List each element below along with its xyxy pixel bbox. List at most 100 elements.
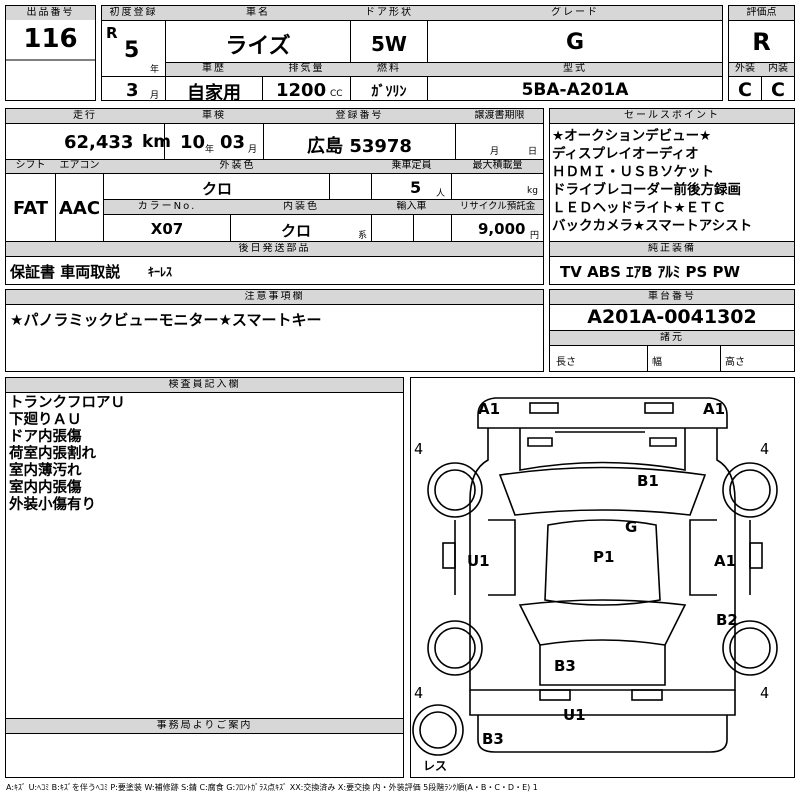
recycle-deposit: 9,000 (478, 220, 526, 238)
inspector-line: 室内内張傷 (9, 480, 82, 496)
length-label: 長さ (556, 357, 576, 368)
displacement: 1200 (276, 80, 327, 101)
damage-mark: 4 (760, 440, 770, 458)
exterior-grade: C (738, 79, 752, 101)
height-label: 高さ (725, 357, 745, 368)
mileage-header: 走行 (6, 110, 164, 122)
damage-mark: 4 (414, 440, 424, 458)
inspection-header: 車検 (165, 110, 263, 122)
registration-year: 5 (124, 38, 140, 63)
later-parts: 保証書 車両取説 (10, 263, 121, 281)
sales-point: ドライブレコーダー前後方録画 (552, 182, 741, 198)
damage-mark: B3 (554, 657, 576, 675)
damage-mark: A1 (478, 400, 501, 418)
damage-mark: A1 (714, 552, 737, 570)
office-header: 事務局よりご案内 (6, 720, 403, 732)
history-header: 車歴 (166, 63, 262, 75)
aircon-header: エアコン (56, 160, 103, 172)
plate-header: 登録番号 (264, 110, 455, 122)
chassis-number: A201A-0041302 (587, 306, 757, 328)
score: R (752, 28, 771, 56)
interior-color: クロ (280, 222, 311, 240)
shift: FAT (12, 198, 49, 219)
sales-point: ＬＥＤヘッドライト★ＥＴＣ (552, 200, 727, 216)
registration-month: 3 (126, 80, 139, 101)
interior-color-header: 内装色 (231, 201, 371, 213)
inspector-notes: トランクフロアＵ 下廻りＡＵ ドア内張傷 荷室内張割れ 室内薄汚れ 室内内張傷 … (9, 395, 125, 514)
first-registration-header: 初度登録 (102, 7, 165, 19)
score-header: 評価点 (729, 7, 794, 19)
inspector-line: 室内薄汚れ (9, 463, 82, 479)
interior-grade: C (771, 79, 785, 101)
transfer-deadline-header: 譲渡書期限 (456, 110, 543, 122)
inspector-line: トランクフロアＵ (9, 395, 125, 411)
damage-mark: P1 (593, 548, 615, 566)
equipment: TV ABS ｴｱB ｱﾙﾐ PS PW (560, 263, 741, 281)
month-unit: 月 (150, 91, 160, 101)
legend-footer: A:ｷｽﾞ U:ﾍｺﾐ B:ｷｽﾞを伴うﾍｺﾐ P:要塗装 W:補修跡 S:錆 … (6, 783, 538, 792)
inspector-header: 検査員記入欄 (6, 379, 403, 391)
car-history: 自家用 (187, 83, 241, 104)
equipment-header: 純正装備 (550, 243, 794, 255)
import-header: 輸入車 (372, 201, 451, 213)
kg-unit: kg (527, 186, 538, 196)
year-unit: 年 (150, 65, 160, 75)
capacity-unit: 人 (436, 189, 446, 199)
fuel: ｶﾞｿﾘﾝ (371, 84, 407, 100)
sales-point: ★オークションデビュー★ (552, 128, 712, 144)
transfer-month-unit: 月 (490, 147, 500, 157)
damage-mark: A1 (703, 400, 726, 418)
damage-mark: U1 (467, 552, 490, 570)
sales-point: バックカメラ★スマートアシスト (552, 218, 753, 234)
inspection-month: 03 (220, 132, 246, 153)
specs-header: 諸元 (550, 332, 794, 344)
damage-mark: G (625, 518, 638, 536)
sales-point: ＨＤＭＩ・ＵＳＢソケット (552, 164, 714, 180)
width-label: 幅 (652, 357, 662, 368)
color-number: X07 (150, 220, 184, 238)
max-load-header: 最大積載量 (452, 160, 543, 172)
car-name: ライズ (225, 34, 291, 59)
later-parts-extra: ｷｰﾚｽ (148, 265, 173, 279)
inspector-line: 外装小傷有り (9, 497, 96, 513)
notes: ★パノラミックビューモニター★スマートキー (10, 311, 322, 329)
grade-header: グレード (428, 7, 722, 19)
damage-mark: B1 (637, 472, 659, 490)
later-parts-header: 後日発送部品 (6, 243, 543, 255)
interior-color-unit: 系 (358, 231, 368, 241)
mileage: 62,433 (64, 132, 134, 153)
registration-era: R (106, 24, 118, 42)
inspector-line: 下廻りＡＵ (9, 412, 82, 428)
sales-point: ディスプレイオーディオ (552, 146, 699, 162)
lot-number: 116 (23, 24, 78, 54)
model-code: 5BA-A201A (521, 80, 629, 100)
displacement-header: 排気量 (263, 63, 350, 75)
plate-number: 広島 53978 (307, 136, 412, 157)
lot-number-header: 出品番号 (6, 7, 95, 19)
recycle-header: リサイクル預託金 (452, 201, 543, 213)
inspection-month-unit: 月 (248, 145, 258, 155)
damage-mark: 4 (760, 684, 770, 702)
inspector-line: ドア内張傷 (9, 429, 82, 445)
km-unit: km (142, 132, 172, 152)
door-type-header: ドア形状 (351, 7, 427, 19)
damage-mark: U1 (563, 706, 586, 724)
car-name-header: 車名 (166, 7, 350, 19)
chassis-header: 車台番号 (550, 291, 794, 303)
inspection-year-unit: 年 (205, 145, 215, 155)
capacity-header: 乗車定員 (372, 160, 451, 172)
cc-unit: CC (330, 89, 343, 99)
notes-header: 注意事項欄 (6, 291, 543, 303)
exterior-header: 外装 (729, 63, 761, 75)
door-type: 5W (371, 32, 407, 56)
damage-mark: B3 (482, 730, 504, 748)
shift-header: シフト (6, 160, 55, 172)
color-number-header: カラーNo. (104, 201, 230, 213)
sales-points-list: ★オークションデビュー★ ディスプレイオーディオ ＨＤＭＩ・ＵＳＢソケット ドラ… (552, 127, 794, 235)
damage-mark: 4 (414, 684, 424, 702)
interior-header: 内装 (762, 63, 794, 75)
transfer-day-unit: 日 (528, 147, 538, 157)
aircon: AAC (58, 198, 101, 219)
inspector-line: 荷室内張割れ (9, 446, 96, 462)
exterior-color-header: 外装色 (104, 160, 371, 172)
